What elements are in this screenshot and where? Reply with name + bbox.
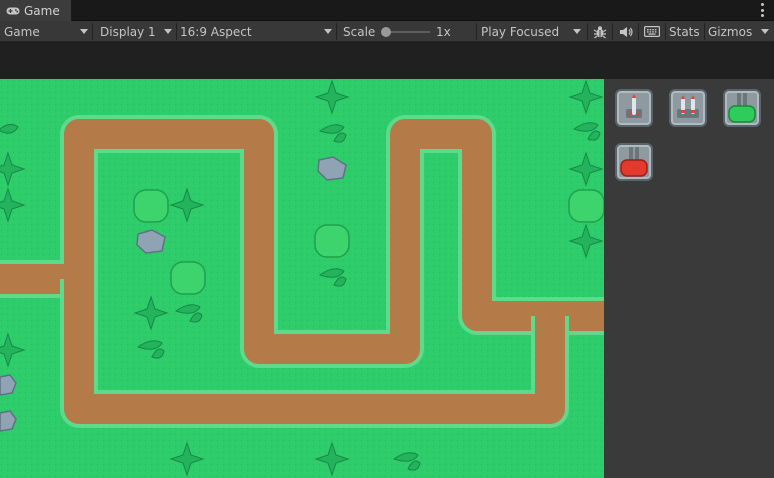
more-options-icon[interactable] <box>758 3 766 17</box>
chevron-down-icon <box>573 29 581 34</box>
tower-button-red-cannon[interactable] <box>615 143 653 181</box>
cannon-icon <box>728 93 756 123</box>
tower-button-double-rocket[interactable] <box>669 89 707 127</box>
cannon-icon <box>620 147 648 177</box>
scale-slider-handle[interactable] <box>381 27 391 37</box>
keyboard-shortcuts-button[interactable] <box>640 22 664 41</box>
debug-button[interactable] <box>588 22 612 41</box>
game-view-toolbar: Game Display 1 16:9 Aspect Scale 1x Play… <box>0 21 774 42</box>
bug-icon <box>593 25 607 38</box>
game-scene <box>0 79 604 478</box>
game-view[interactable] <box>0 79 604 478</box>
gizmos-dropdown[interactable]: Gizmos <box>708 21 770 42</box>
play-mode-label: Play Focused <box>481 24 560 39</box>
stats-toggle[interactable]: Stats <box>669 21 700 42</box>
gizmos-label: Gizmos <box>708 24 753 39</box>
scale-value: 1x <box>436 24 451 39</box>
chevron-down-icon <box>164 29 172 34</box>
tab-game-label: Game <box>24 3 60 18</box>
view-mode-dropdown[interactable]: Game <box>4 21 90 42</box>
keyboard-icon <box>644 26 660 37</box>
chevron-down-icon <box>761 29 769 34</box>
display-dropdown[interactable]: Display 1 <box>100 21 174 42</box>
tower-selection-panel <box>604 79 774 478</box>
tab-game[interactable]: Game <box>0 0 72 21</box>
tower-button-single-rocket[interactable] <box>615 89 653 127</box>
view-mode-label: Game <box>4 24 40 39</box>
editor-tab-bar: Game <box>0 0 774 21</box>
chevron-down-icon <box>80 29 88 34</box>
scale-label: Scale <box>343 24 376 39</box>
rocket-icon <box>626 94 642 118</box>
aspect-dropdown[interactable]: 16:9 Aspect <box>180 21 334 42</box>
aspect-label: 16:9 Aspect <box>180 24 252 39</box>
mute-audio-button[interactable] <box>614 22 638 41</box>
chevron-down-icon <box>324 29 332 34</box>
gamepad-icon <box>6 7 20 14</box>
double-rocket-icon <box>677 95 699 118</box>
speaker-icon <box>620 26 633 37</box>
tower-button-green-cannon[interactable] <box>723 89 761 127</box>
display-label: Display 1 <box>100 24 156 39</box>
play-mode-dropdown[interactable]: Play Focused <box>481 21 585 42</box>
